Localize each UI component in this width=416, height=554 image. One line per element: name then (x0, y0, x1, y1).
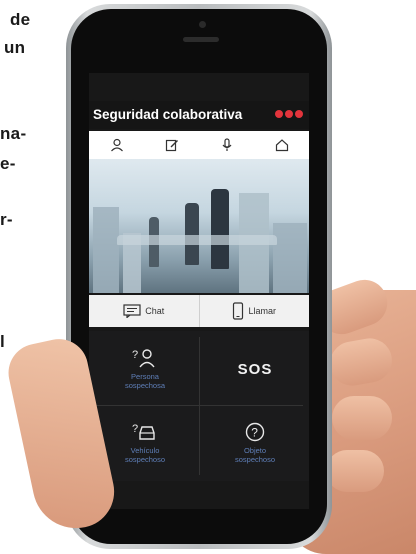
suspicious-person-line1: Persona (131, 372, 159, 381)
suspicious-object-line1: Objeto (243, 446, 267, 455)
app-screen: Seguridad colaborativa Chat Llamar ? Per… (89, 73, 309, 509)
tab-home[interactable] (254, 131, 309, 159)
phone-icon (233, 302, 244, 320)
report-menu: ? Persona sospechosa SOS ? Vehículo sosp… (89, 331, 309, 481)
suspicious-object-button[interactable]: ? Objeto sospechoso (201, 407, 309, 479)
front-camera (199, 21, 206, 28)
suspicious-person-line2: sospechosa (124, 381, 166, 390)
microphone-icon (222, 138, 231, 151)
svg-text:?: ? (132, 349, 138, 361)
call-button[interactable]: Llamar (198, 295, 310, 327)
chat-button[interactable]: Chat (89, 295, 199, 327)
tab-bar (89, 131, 309, 159)
suspicious-person-icon: ? (132, 349, 155, 368)
text-fragment: e- (0, 154, 16, 173)
sos-label: SOS (237, 360, 273, 378)
text-fragment: r- (0, 210, 13, 229)
speaker-grille (183, 37, 219, 42)
suspicious-person-button[interactable]: ? Persona sospechosa (91, 333, 199, 405)
text-fragment: un (4, 38, 26, 57)
text-fragment: l (0, 332, 6, 351)
chat-icon (123, 304, 141, 318)
office-lobby-photo (89, 159, 309, 293)
tab-profile[interactable] (89, 131, 144, 159)
home-icon (275, 139, 288, 152)
contact-actions: Chat Llamar (89, 295, 309, 327)
app-title: Seguridad colaborativa (93, 107, 243, 122)
svg-text:?: ? (251, 426, 258, 440)
svg-text:?: ? (132, 423, 138, 435)
more-options-icon[interactable] (275, 110, 303, 118)
user-icon (110, 138, 123, 152)
suspicious-vehicle-line1: Vehículo (130, 446, 160, 455)
suspicious-object-line2: sospechoso (234, 455, 276, 464)
call-label: Llamar (248, 306, 276, 316)
sos-button[interactable]: SOS (201, 333, 309, 405)
text-fragment: de (10, 10, 31, 29)
suspicious-vehicle-line2: sospechoso (124, 455, 166, 464)
tab-report[interactable] (144, 131, 199, 159)
edit-icon (165, 139, 178, 152)
suspicious-vehicle-icon: ? (132, 423, 155, 440)
text-fragment: na- (0, 124, 27, 143)
tab-audio[interactable] (199, 131, 254, 159)
chat-label: Chat (145, 306, 165, 316)
app-header: Seguridad colaborativa (89, 101, 309, 129)
question-icon: ? (245, 422, 265, 442)
